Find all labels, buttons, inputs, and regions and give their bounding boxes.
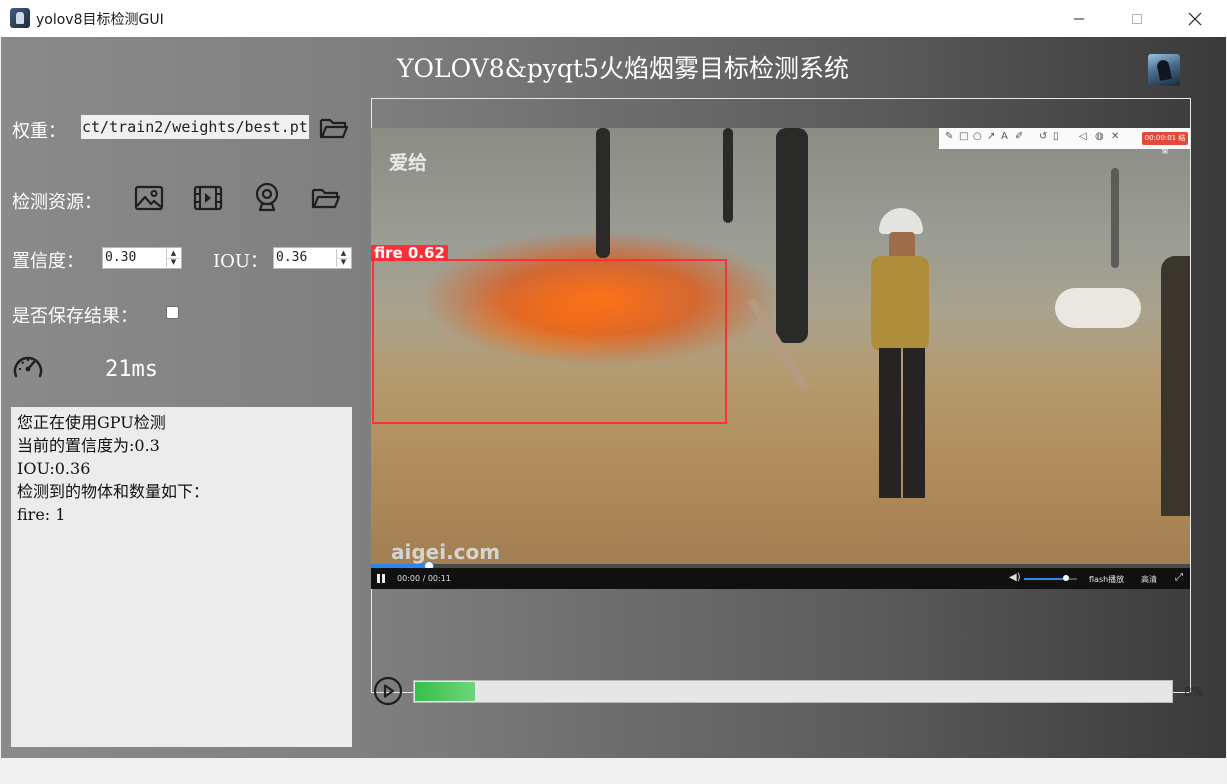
watermark-bottom: aigei.com — [391, 540, 501, 564]
iou-label: IOU： — [213, 251, 269, 272]
title-bar: yolov8目标检测GUI — [0, 0, 1227, 37]
firefighter — [871, 208, 931, 508]
detection-label: fire 0.62 — [371, 245, 448, 261]
save-results-checkbox[interactable] — [166, 306, 179, 319]
speedometer-icon — [13, 356, 43, 378]
window-title: yolov8目标检测GUI — [36, 12, 164, 28]
detection-box — [372, 259, 727, 424]
page-title: YOLOV8&pyqt5火焰烟雾目标检测系统 — [397, 54, 849, 83]
iou-spinbox[interactable]: 0.36 ▲ ▼ — [273, 247, 352, 269]
pencil-icon[interactable]: ✎ — [945, 131, 953, 142]
video-progress-bar — [413, 680, 1173, 703]
rectangle-icon[interactable]: □ — [959, 131, 968, 142]
volume-icon[interactable]: ◀) — [1009, 572, 1021, 583]
flash-play-link[interactable]: flash播放 — [1089, 574, 1124, 585]
video-frame: 爱给 aigei.com ✎ □ ○ ↗ A ✐ ↺ ▯ ◁ ◍ ✕ 00:00… — [371, 128, 1190, 589]
tree-trunk — [596, 128, 610, 258]
confidence-down-arrow[interactable]: ▼ — [167, 258, 180, 267]
log-line: fire: 1 — [17, 505, 66, 524]
pause-icon-bar — [382, 574, 385, 583]
image-source-button[interactable] — [133, 184, 165, 212]
minimize-icon — [1074, 18, 1084, 19]
propane-tank — [1055, 288, 1141, 328]
webcam-source-button[interactable] — [251, 182, 283, 212]
folder-source-button[interactable] — [309, 184, 343, 212]
log-line: IOU:0.36 — [17, 459, 91, 478]
progress-percent: 8% — [1184, 685, 1204, 699]
tree-trunk — [776, 128, 808, 343]
log-line: 检测到的物体和数量如下： — [17, 482, 210, 501]
volume-handle[interactable] — [1063, 575, 1069, 581]
log-line: 您正在使用GPU检测 — [17, 413, 166, 432]
confidence-stepper: ▲ ▼ — [166, 249, 180, 267]
confidence-spinbox[interactable]: 0.30 ▲ ▼ — [102, 247, 182, 269]
marker-icon[interactable]: ✐ — [1015, 131, 1023, 142]
play-button[interactable] — [373, 676, 403, 706]
minimize-button[interactable] — [1056, 0, 1102, 37]
watermark-top: 爱给 — [389, 152, 428, 174]
close-icon[interactable]: ✕ — [1111, 131, 1119, 142]
hd-toggle[interactable]: 高清 — [1141, 574, 1157, 585]
app-icon — [10, 8, 30, 28]
maximize-icon — [1132, 13, 1142, 24]
weights-path-text: ct/train2/weights/best.pt — [82, 118, 308, 136]
image-icon — [134, 185, 164, 211]
undo-icon[interactable]: ↺ — [1039, 131, 1047, 142]
confidence-value: 0.30 — [105, 250, 137, 265]
webcam-icon — [255, 182, 279, 212]
video-icon — [193, 185, 223, 211]
open-weights-button[interactable] — [318, 114, 350, 142]
player-time: 00:00 / 00:11 — [397, 574, 451, 583]
fullscreen-icon[interactable]: ⤢ — [1175, 572, 1183, 583]
arrow-icon[interactable]: ↗ — [987, 131, 995, 142]
tree-trunk — [723, 128, 733, 223]
iou-down-arrow[interactable]: ▼ — [337, 258, 350, 267]
pause-icon[interactable] — [377, 574, 380, 583]
iou-value: 0.36 — [276, 250, 308, 265]
weights-label: 权重： — [12, 121, 66, 142]
circle-icon[interactable]: ○ — [973, 131, 982, 142]
speaker-icon[interactable]: ◁ — [1079, 131, 1087, 142]
avatar — [1148, 54, 1180, 86]
player-controls: 00:00 / 00:11 ◀) flash播放 高清 ⤢ — [371, 568, 1190, 589]
app-window: yolov8目标检测GUI YOLOV8&pyqt5火焰烟雾目标检测系统 权重：… — [0, 0, 1227, 784]
iou-stepper: ▲ ▼ — [336, 249, 350, 267]
inference-time: 21ms — [105, 357, 158, 382]
log-line: 当前的置信度为:0.3 — [17, 436, 160, 455]
detection-log[interactable]: 您正在使用GPU检测 当前的置信度为:0.3 IOU:0.36 检测到的物体和数… — [11, 407, 352, 747]
confidence-label: 置信度： — [12, 251, 84, 272]
annotation-toolbar: ✎ □ ○ ↗ A ✐ ↺ ▯ ◁ ◍ ✕ 00:00:01 结束 — [939, 128, 1190, 155]
folder-open-icon — [311, 188, 341, 209]
sources-label: 检测资源： — [12, 192, 102, 213]
firefighter-edge — [1161, 256, 1190, 516]
delete-icon[interactable]: ▯ — [1053, 131, 1059, 142]
folder-open-icon — [319, 118, 349, 139]
close-icon — [1188, 12, 1202, 25]
video-source-button[interactable] — [192, 184, 224, 212]
play-circle-icon — [373, 676, 403, 706]
close-button[interactable] — [1172, 0, 1218, 37]
speedometer-icon-wrap — [11, 352, 45, 382]
weights-path-field[interactable]: ct/train2/weights/best.pt — [81, 115, 309, 139]
volume-fill — [1024, 578, 1066, 580]
status-bar — [1, 758, 1226, 784]
save-results-label: 是否保存结果： — [12, 306, 138, 327]
video-progress-fill — [415, 682, 475, 701]
tree-trunk — [1111, 168, 1119, 268]
text-icon[interactable]: A — [1001, 131, 1008, 142]
record-badge[interactable]: 00:00:01 结束 — [1142, 132, 1188, 155]
maximize-button[interactable] — [1114, 0, 1160, 37]
microphone-icon[interactable]: ◍ — [1095, 131, 1104, 142]
